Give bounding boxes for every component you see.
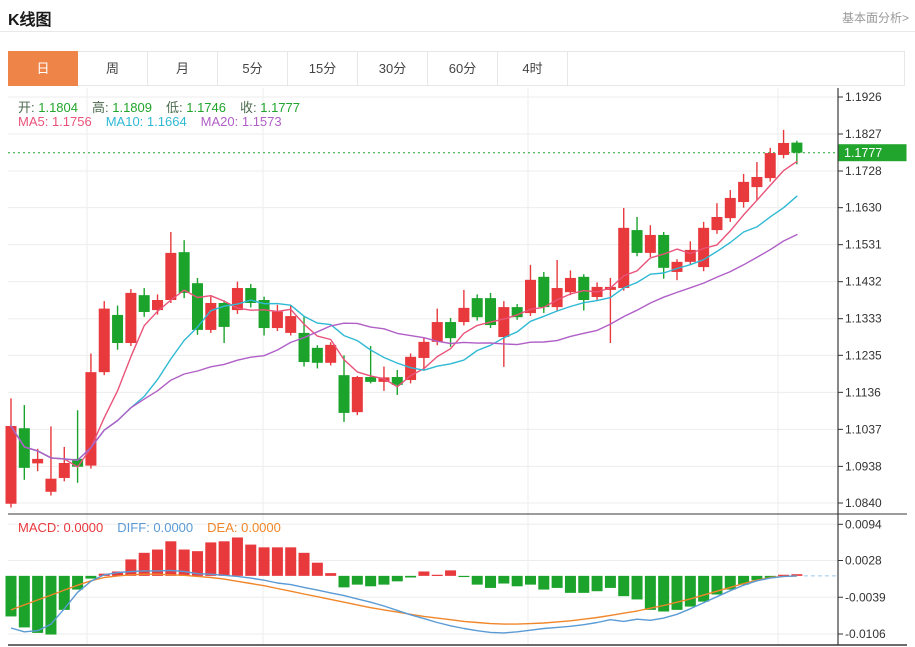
candle — [791, 140, 803, 165]
y-axis-label: 1.1037 — [845, 422, 882, 436]
ma-legend-item: MA20: 1.1573 — [201, 114, 282, 129]
vertical-gridlines — [86, 88, 779, 645]
y-axis-label: 1.1432 — [845, 275, 882, 289]
svg-text:1.1777: 1.1777 — [844, 146, 882, 160]
ohlc-legend-item: 开: 1.1804 — [18, 100, 78, 115]
y-axis-label: 1.0840 — [845, 496, 882, 510]
candle — [112, 305, 124, 350]
macd-histogram — [5, 537, 803, 635]
y-axis-label: 1.1531 — [845, 238, 882, 252]
candle — [165, 231, 177, 303]
macd-axis: 0.0094 0.0028 -0.0039 -0.0106 — [838, 517, 886, 641]
legend-value: 0.0000 — [59, 520, 104, 535]
macd-axis-label: 0.0028 — [845, 554, 882, 568]
candle — [245, 283, 257, 308]
candle — [98, 301, 110, 376]
candle — [45, 426, 57, 496]
macd-legend: MACD: 0.0000 DIFF: 0.0000 DEA: 0.0000 — [18, 520, 295, 535]
macd-axis-label: 0.0094 — [845, 517, 882, 531]
candle — [271, 304, 283, 332]
macd-legend-item: DEA: 0.0000 — [207, 520, 281, 535]
candle — [391, 369, 403, 395]
candle — [618, 208, 630, 291]
legend-label: MACD: — [18, 520, 60, 535]
candle — [5, 398, 17, 508]
macd-legend-item: MACD: 0.0000 — [18, 520, 103, 535]
legend-label: 开: — [18, 100, 35, 115]
y-axis-label: 1.0938 — [845, 459, 882, 473]
candle — [738, 174, 750, 208]
legend-label: MA5: — [18, 114, 49, 129]
candle — [724, 190, 736, 222]
candle — [511, 304, 523, 320]
y-axis-label: 1.1235 — [845, 348, 882, 362]
candle — [18, 405, 30, 480]
candle — [125, 289, 137, 346]
y-axis-label: 1.1926 — [845, 90, 882, 104]
candle — [351, 375, 363, 416]
y-axis-label: 1.1728 — [845, 164, 882, 178]
candle — [498, 301, 510, 367]
candle — [631, 217, 643, 257]
legend-label: 低: — [166, 100, 183, 115]
legend-label: DIFF: — [117, 520, 150, 535]
macd-axis-label: -0.0106 — [845, 627, 886, 641]
legend-label: DEA: — [207, 520, 238, 535]
candle — [58, 446, 70, 482]
candle — [564, 270, 576, 296]
legend-value: 1.1664 — [143, 114, 187, 129]
ohlc-legend-item: 高: 1.1809 — [92, 100, 152, 115]
legend-value: 1.1809 — [108, 100, 152, 115]
y-axis-label: 1.1630 — [845, 201, 882, 215]
legend-label: 高: — [92, 100, 109, 115]
ma-legend: MA5: 1.1756 MA10: 1.1664 MA20: 1.1573 — [18, 114, 296, 129]
candle — [138, 288, 150, 317]
candle — [311, 345, 323, 369]
legend-value: 1.1746 — [182, 100, 226, 115]
macd-legend-item: DIFF: 0.0000 — [117, 520, 193, 535]
y-axis-label: 1.1136 — [845, 385, 881, 399]
legend-value: 0.0000 — [149, 520, 194, 535]
candle — [72, 410, 84, 483]
candle — [471, 294, 483, 321]
candle — [551, 259, 563, 312]
legend-value: 0.0000 — [237, 520, 281, 535]
candle — [644, 225, 656, 258]
legend-value: 1.1573 — [238, 114, 282, 129]
candle — [338, 355, 350, 422]
legend-value: 1.1804 — [34, 100, 78, 115]
legend-label: MA20: — [200, 114, 239, 129]
kline-widget: K线图 基本面分析> 日周月 5分 15分 30分 60分 4时 1.1926 1.1827… — [0, 0, 915, 647]
candle — [698, 221, 710, 272]
y-axis-label: 1.1333 — [845, 312, 882, 326]
legend-label: MA10: — [105, 114, 144, 129]
legend-value: 1.1777 — [256, 100, 300, 115]
y-axis-label: 1.1827 — [845, 127, 882, 141]
candle — [458, 289, 470, 326]
ma-legend-item: MA10: 1.1664 — [106, 114, 187, 129]
ohlc-legend-item: 低: 1.1746 — [166, 100, 226, 115]
legend-label: 收: — [240, 100, 257, 115]
ma-legend-item: MA5: 1.1756 — [18, 114, 92, 129]
candle — [751, 162, 763, 201]
legend-value: 1.1756 — [48, 114, 92, 129]
last-price-label: 1.1777 — [838, 144, 907, 162]
candle — [578, 274, 590, 311]
ohlc-legend-item: 收: 1.1777 — [240, 100, 300, 115]
macd-axis-label: -0.0039 — [845, 590, 886, 604]
